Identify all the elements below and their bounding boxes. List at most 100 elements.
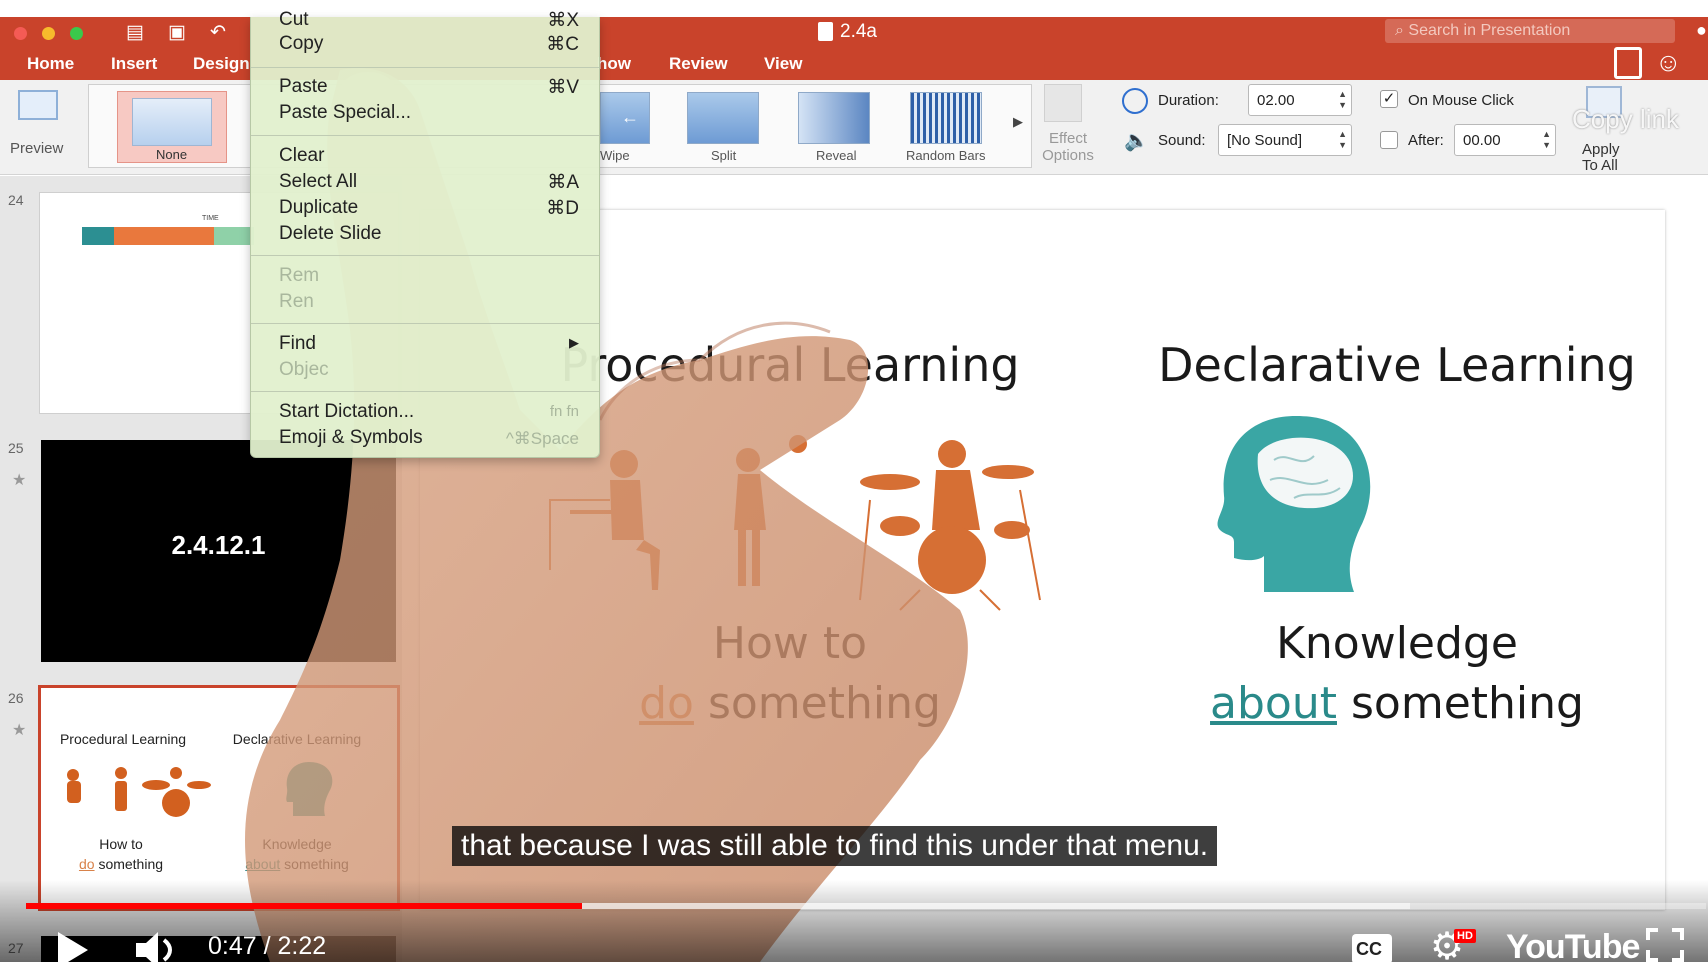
menu-separator — [251, 255, 599, 256]
cc-label: CC — [1356, 939, 1382, 959]
star-icon: ★ — [12, 472, 27, 489]
tab-design[interactable]: Design — [193, 54, 250, 74]
main-slide-canvas[interactable]: Procedural Learning Declarative Learning… — [420, 210, 1665, 910]
effect-options-icon — [1044, 84, 1082, 122]
menu-item-disabled: Rem — [279, 265, 320, 286]
progress-played — [26, 903, 582, 909]
menu-shortcut: ⌘X — [547, 10, 579, 31]
cc-button[interactable]: CC — [1352, 934, 1392, 962]
left-caption-something: something — [707, 678, 941, 729]
left-caption-line1: How to — [712, 618, 868, 669]
menu-item-cut[interactable]: Cut — [279, 9, 309, 31]
duration-stepper-icon[interactable]: ▲ ▼ — [1338, 89, 1347, 111]
thumb-do-highlight: do — [78, 856, 95, 872]
menu-item-copy[interactable]: Copy — [279, 33, 323, 55]
timeline-label: TIME — [202, 215, 219, 222]
transition-random-bars[interactable]: Random Bars — [906, 92, 1006, 166]
menu-item-duplicate[interactable]: Duplicate — [279, 197, 358, 219]
progress-bar[interactable] — [26, 903, 1706, 909]
fullscreen-icon[interactable] — [1646, 928, 1684, 962]
caption-text: that because I was still able to find th… — [452, 826, 1218, 866]
menu-shortcut: ⌘A — [547, 172, 579, 193]
slide-thumbnail-26-selected[interactable]: Procedural Learning Declarative Learning… — [38, 685, 400, 911]
menu-shortcut: ⌘C — [546, 34, 579, 55]
right-caption-something: something — [1350, 678, 1584, 729]
time-display: 0:47 / 2:22 — [208, 932, 327, 960]
tab-home[interactable]: Home — [27, 54, 74, 74]
tab-insert[interactable]: Insert — [111, 54, 157, 74]
sidebar-toggle-icon[interactable]: ▤ — [126, 21, 144, 44]
thumb-right-caption-2: about something — [217, 856, 377, 872]
star-icon: ★ — [12, 722, 27, 739]
close-window-button[interactable] — [14, 27, 27, 40]
arrow-left-icon: ← — [621, 107, 639, 127]
right-caption-line1: Knowledge — [1276, 618, 1518, 669]
menu-separator — [251, 67, 599, 68]
thumb-left-title: Procedural Learning — [59, 731, 187, 747]
menu-item-object-disabled: Objec — [279, 359, 329, 380]
split-thumbnail — [687, 92, 759, 144]
menu-item-emoji-symbols[interactable]: Emoji & Symbols — [279, 427, 423, 449]
sound-select[interactable]: [No Sound] ▲ ▼ — [1218, 124, 1352, 156]
menu-shortcut: ⌘D — [546, 198, 579, 219]
menu-item-delete-slide[interactable]: Delete Slide — [279, 223, 381, 245]
tab-review[interactable]: Review — [669, 54, 728, 74]
after-stepper-icon[interactable]: ▲ ▼ — [1542, 129, 1551, 151]
user-icon[interactable]: ● — [1696, 20, 1707, 41]
transition-none-thumbnail — [132, 98, 212, 146]
timeline-bar — [114, 227, 214, 245]
effect-options-button[interactable]: Effect Options — [1040, 84, 1100, 168]
do-highlight: do — [639, 678, 694, 729]
effect-options-label: Effect Options — [1042, 130, 1094, 164]
minimize-window-button[interactable] — [42, 27, 55, 40]
thumb-about-highlight: about — [245, 856, 281, 872]
thumb-procedural-icons — [67, 767, 211, 817]
apply-to-all-label: Apply To All — [1582, 141, 1620, 174]
thumb-left-caption-2: do something — [41, 856, 201, 872]
menu-item-start-dictation[interactable]: Start Dictation... — [279, 401, 414, 423]
smiley-feedback-icon[interactable]: ☺ — [1655, 47, 1682, 78]
zoom-window-button[interactable] — [70, 27, 83, 40]
transition-split[interactable]: Split — [687, 92, 767, 166]
duration-field[interactable]: 02.00 ▲ ▼ — [1248, 84, 1352, 116]
menu-item-paste[interactable]: Paste — [279, 76, 328, 98]
menu-shortcut: ⌘V — [547, 77, 579, 98]
transition-label: Random Bars — [906, 148, 986, 163]
menu-item-clear[interactable]: Clear — [279, 145, 324, 167]
menu-item-select-all[interactable]: Select All — [279, 171, 357, 193]
menu-separator — [251, 391, 599, 392]
menu-item-paste-special[interactable]: Paste Special... — [279, 102, 411, 124]
tab-view[interactable]: View — [764, 54, 802, 74]
slide-number: 25 — [8, 440, 24, 456]
menu-item-find[interactable]: Find — [279, 333, 316, 355]
save-icon[interactable]: ▣ — [168, 21, 186, 44]
transition-none[interactable]: None — [117, 91, 227, 163]
search-input[interactable]: ⌕ Search in Presentation — [1385, 19, 1675, 43]
after-checkbox[interactable] — [1380, 131, 1398, 149]
transition-reveal[interactable]: Reveal — [798, 92, 878, 166]
tab-slide-show[interactable]: how — [597, 54, 631, 74]
sound-label: Sound: — [1158, 132, 1206, 149]
preview-button[interactable]: Preview — [8, 84, 64, 164]
volume-icon[interactable] — [134, 930, 180, 962]
sound-value: [No Sound] — [1227, 132, 1303, 149]
about-highlight: about — [1210, 678, 1337, 729]
transition-wipe[interactable]: ← Wipe — [600, 92, 670, 166]
slide-text: 2.4.12.1 — [171, 530, 266, 560]
search-icon: ⌕ — [1395, 22, 1409, 39]
declarative-learning-title: Declarative Learning — [1158, 338, 1636, 392]
video-frame[interactable]: ▤ ▣ ↶ 2.4a ⌕ Search in Presentation ● Ho… — [0, 0, 1708, 962]
after-field[interactable]: 00.00 ▲ ▼ — [1454, 124, 1556, 156]
youtube-logo[interactable]: YouTube — [1506, 928, 1640, 962]
undo-icon[interactable]: ↶ — [210, 21, 226, 44]
preview-icon — [18, 90, 58, 120]
gallery-scroll-right-icon[interactable]: ▶ — [1013, 114, 1023, 130]
wipe-thumbnail: ← — [600, 92, 650, 144]
play-icon[interactable] — [54, 930, 90, 962]
copy-icon[interactable] — [1614, 47, 1642, 79]
brain-head-icon — [1217, 416, 1371, 592]
on-mouse-click-checkbox[interactable]: ✓ — [1380, 90, 1398, 108]
slide-thumbnail-25[interactable]: 2.4.12.1 — [41, 440, 396, 662]
copy-link-label[interactable]: Copy link — [1572, 104, 1679, 135]
transition-label: Wipe — [600, 148, 630, 163]
